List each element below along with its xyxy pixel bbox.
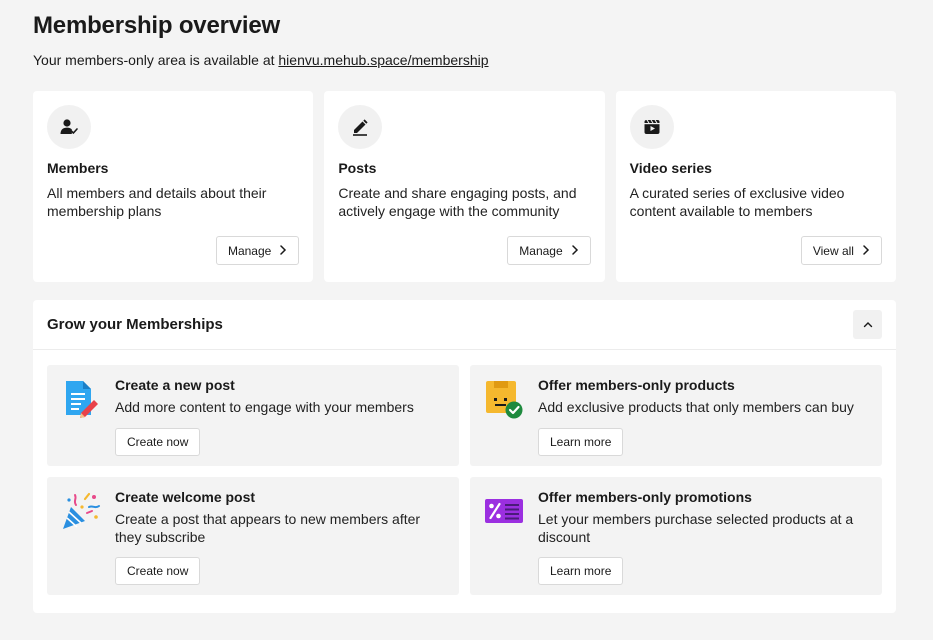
tile-title: Create welcome post [115, 489, 256, 505]
video-icon [629, 105, 674, 149]
members-card: Members All members and details about th… [33, 91, 314, 282]
tile-description: Let your members purchase selected produ… [538, 511, 854, 545]
grow-title: Grow your Memberships [47, 316, 223, 333]
card-description: Create and share engaging posts, and act… [338, 185, 577, 219]
card-description: All members and details about their memb… [47, 185, 267, 219]
learn-more-products-button[interactable]: Learn more [538, 428, 624, 456]
tile-description: Add more content to engage with your mem… [115, 399, 414, 415]
members-manage-button[interactable]: Manage [215, 236, 300, 265]
members-only-products-tile: Offer members-only products Add exclusiv… [470, 365, 882, 466]
welcome-post-tile: Create welcome post Create a post that a… [47, 477, 459, 595]
collapse-button[interactable] [853, 310, 882, 339]
membership-url-link[interactable]: hienvu.mehub.space/membership [278, 52, 488, 68]
tile-description: Add exclusive products that only members… [538, 399, 854, 415]
pencil-icon [338, 105, 383, 149]
grow-memberships-panel: Grow your Memberships Create a new post … [33, 300, 896, 613]
create-post-button[interactable]: Create now [115, 428, 201, 456]
tile-title: Offer members-only promotions [538, 489, 752, 505]
document-edit-icon [61, 379, 101, 419]
chevron-up-icon [863, 316, 873, 334]
button-label: View all [812, 243, 854, 258]
overview-cards: Members All members and details about th… [33, 91, 896, 282]
card-title: Members [47, 160, 109, 176]
create-welcome-post-button[interactable]: Create now [115, 557, 201, 585]
video-series-card: Video series A curated series of exclusi… [615, 91, 896, 282]
party-popper-icon [61, 491, 101, 531]
members-only-promotions-tile: Offer members-only promotions Let your m… [470, 477, 882, 595]
chevron-right-icon [571, 244, 579, 257]
learn-more-promotions-button[interactable]: Learn more [538, 557, 624, 585]
card-title: Posts [338, 160, 377, 176]
page-title: Membership overview [33, 12, 280, 39]
posts-card: Posts Create and share engaging posts, a… [324, 91, 605, 282]
grow-tiles: Create a new post Add more content to en… [47, 365, 882, 595]
product-check-icon [484, 379, 524, 419]
chevron-right-icon [862, 244, 870, 257]
discount-icon [484, 491, 524, 531]
page-subtitle: Your members-only area is available at h… [33, 52, 489, 68]
tile-description: Create a post that appears to new member… [115, 511, 421, 545]
button-label: Manage [519, 243, 563, 258]
tile-title: Offer members-only products [538, 377, 735, 393]
button-label: Manage [227, 243, 272, 258]
posts-manage-button[interactable]: Manage [507, 236, 591, 265]
create-post-tile: Create a new post Add more content to en… [47, 365, 459, 466]
chevron-right-icon [279, 244, 287, 257]
grow-header: Grow your Memberships [33, 300, 896, 350]
card-title: Video series [629, 160, 712, 176]
member-icon [47, 105, 91, 149]
video-view-all-button[interactable]: View all [800, 236, 882, 265]
tile-title: Create a new post [115, 377, 235, 393]
card-description: A curated series of exclusive video cont… [629, 185, 845, 219]
subtitle-text: Your members-only area is available at [33, 52, 279, 68]
